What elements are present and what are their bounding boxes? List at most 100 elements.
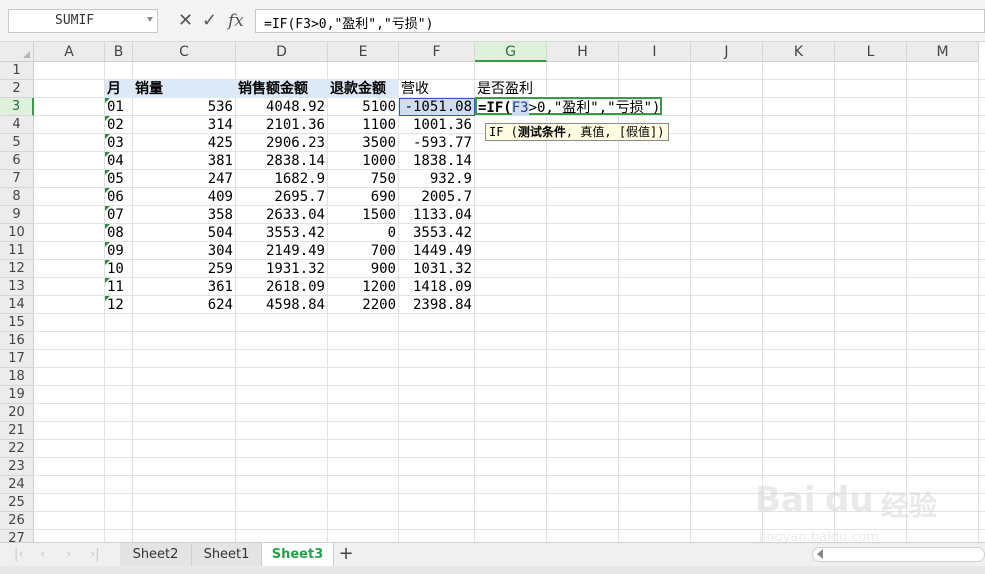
row-header-20[interactable]: 20 [0, 404, 34, 422]
cell-c5[interactable]: 425 [133, 134, 236, 152]
cell-d14[interactable]: 4598.84 [236, 296, 328, 314]
cell-f11[interactable]: 1449.49 [399, 242, 475, 260]
cell-f12[interactable]: 1031.32 [399, 260, 475, 278]
row-header-1[interactable]: 1 [0, 62, 34, 80]
row-header-18[interactable]: 18 [0, 368, 34, 386]
cell-f3[interactable]: -1051.08 [399, 98, 475, 116]
row-header-12[interactable]: 12 [0, 260, 34, 278]
fx-icon[interactable]: fx [228, 9, 244, 33]
cell-b13[interactable]: 11 [105, 278, 133, 296]
row-header-16[interactable]: 16 [0, 332, 34, 350]
first-sheet-icon[interactable]: |‹ [14, 547, 24, 562]
cell-f8[interactable]: 2005.7 [399, 188, 475, 206]
cell-c14[interactable]: 624 [133, 296, 236, 314]
cell-c6[interactable]: 381 [133, 152, 236, 170]
cell-d7[interactable]: 1682.9 [236, 170, 328, 188]
cell-c11[interactable]: 304 [133, 242, 236, 260]
column-header-e[interactable]: E [328, 42, 399, 62]
cell-e8[interactable]: 690 [328, 188, 399, 206]
last-sheet-icon[interactable]: ›| [90, 547, 100, 562]
header-cell-c[interactable]: 销量 [133, 80, 236, 98]
row-header-19[interactable]: 19 [0, 386, 34, 404]
row-header-23[interactable]: 23 [0, 458, 34, 476]
cell-g3-editor[interactable]: =IF(F3>0,"盈利","亏损") [475, 97, 663, 116]
cell-b5[interactable]: 03 [105, 134, 133, 152]
cell-e11[interactable]: 700 [328, 242, 399, 260]
header-cell-f[interactable]: 营收 [399, 80, 475, 98]
cell-c7[interactable]: 247 [133, 170, 236, 188]
cell-b6[interactable]: 04 [105, 152, 133, 170]
cell-e10[interactable]: 0 [328, 224, 399, 242]
cell-e5[interactable]: 3500 [328, 134, 399, 152]
header-cell-b[interactable]: 月 [105, 80, 133, 98]
row-header-6[interactable]: 6 [0, 152, 34, 170]
next-sheet-icon[interactable]: › [66, 547, 71, 562]
cell-b14[interactable]: 12 [105, 296, 133, 314]
row-header-22[interactable]: 22 [0, 440, 34, 458]
tab-sheet2[interactable]: Sheet2 [120, 543, 192, 567]
row-header-3[interactable]: 3 [0, 98, 34, 116]
row-header-4[interactable]: 4 [0, 116, 34, 134]
row-header-8[interactable]: 8 [0, 188, 34, 206]
row-header-7[interactable]: 7 [0, 170, 34, 188]
cell-f4[interactable]: 1001.36 [399, 116, 475, 134]
cell-b12[interactable]: 10 [105, 260, 133, 278]
row-header-2[interactable]: 2 [0, 80, 34, 98]
cell-f9[interactable]: 1133.04 [399, 206, 475, 224]
row-header-10[interactable]: 10 [0, 224, 34, 242]
cell-f14[interactable]: 2398.84 [399, 296, 475, 314]
cell-d12[interactable]: 1931.32 [236, 260, 328, 278]
cancel-icon[interactable]: ✕ [178, 9, 193, 33]
cell-c9[interactable]: 358 [133, 206, 236, 224]
check-icon[interactable]: ✓ [202, 9, 217, 33]
cell-b8[interactable]: 06 [105, 188, 133, 206]
cell-b11[interactable]: 09 [105, 242, 133, 260]
row-header-9[interactable]: 9 [0, 206, 34, 224]
row-header-13[interactable]: 13 [0, 278, 34, 296]
cell-f5[interactable]: -593.77 [399, 134, 475, 152]
cell-c4[interactable]: 314 [133, 116, 236, 134]
cell-f10[interactable]: 3553.42 [399, 224, 475, 242]
cell-e12[interactable]: 900 [328, 260, 399, 278]
cell-e14[interactable]: 2200 [328, 296, 399, 314]
cell-d10[interactable]: 3553.42 [236, 224, 328, 242]
column-header-k[interactable]: K [763, 42, 835, 62]
row-header-5[interactable]: 5 [0, 134, 34, 152]
row-header-14[interactable]: 14 [0, 296, 34, 314]
cell-f6[interactable]: 1838.14 [399, 152, 475, 170]
column-header-m[interactable]: M [907, 42, 979, 62]
cell-c10[interactable]: 504 [133, 224, 236, 242]
cell-f7[interactable]: 932.9 [399, 170, 475, 188]
column-header-i[interactable]: I [619, 42, 691, 62]
column-header-a[interactable]: A [34, 42, 105, 62]
tab-sheet3[interactable]: Sheet3 [262, 543, 334, 567]
cell-d4[interactable]: 2101.36 [236, 116, 328, 134]
cell-d9[interactable]: 2633.04 [236, 206, 328, 224]
formula-input[interactable]: =IF(F3>0,"盈利","亏损") [255, 9, 985, 33]
cell-d11[interactable]: 2149.49 [236, 242, 328, 260]
tab-sheet1[interactable]: Sheet1 [192, 543, 262, 567]
column-header-c[interactable]: C [133, 42, 236, 62]
row-header-15[interactable]: 15 [0, 314, 34, 332]
cell-e9[interactable]: 1500 [328, 206, 399, 224]
cell-c12[interactable]: 259 [133, 260, 236, 278]
cell-b3[interactable]: 01 [105, 98, 133, 116]
column-header-l[interactable]: L [835, 42, 907, 62]
cell-d3[interactable]: 4048.92 [236, 98, 328, 116]
header-cell-e[interactable]: 退款金额 [328, 80, 399, 98]
select-all-corner[interactable] [0, 42, 34, 62]
cell-f13[interactable]: 1418.09 [399, 278, 475, 296]
column-header-d[interactable]: D [236, 42, 328, 62]
cell-e13[interactable]: 1200 [328, 278, 399, 296]
column-header-f[interactable]: F [399, 42, 475, 62]
cell-b4[interactable]: 02 [105, 116, 133, 134]
row-header-26[interactable]: 26 [0, 512, 34, 530]
prev-sheet-icon[interactable]: ‹ [40, 547, 45, 562]
column-header-h[interactable]: H [547, 42, 619, 62]
add-sheet-button[interactable]: + [336, 544, 356, 564]
cell-b10[interactable]: 08 [105, 224, 133, 242]
column-header-b[interactable]: B [105, 42, 133, 62]
row-header-17[interactable]: 17 [0, 350, 34, 368]
cell-d13[interactable]: 2618.09 [236, 278, 328, 296]
header-cell-d[interactable]: 销售额金额 [236, 80, 328, 98]
